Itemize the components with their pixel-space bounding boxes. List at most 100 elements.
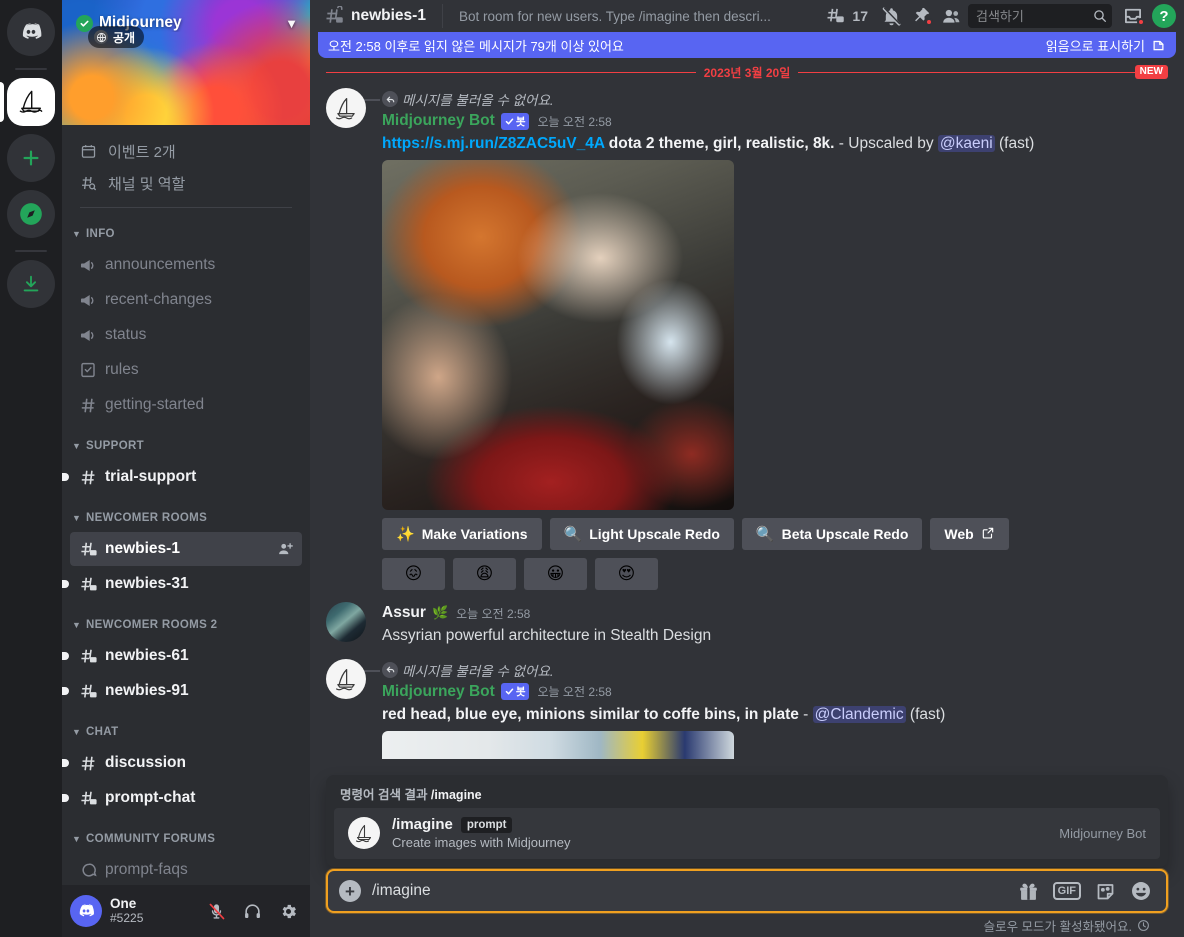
pinned-messages-button[interactable] (906, 2, 936, 30)
add-server-button[interactable] (7, 134, 55, 182)
mention[interactable]: @Clandemic (813, 706, 906, 723)
sidebar-item-getting-started[interactable]: getting-started (70, 388, 302, 422)
prompt-link[interactable]: https://s.mj.run/Z8ZAC5uV_4A (382, 135, 604, 152)
server-rail-item-midjourney[interactable] (0, 78, 62, 126)
calendar-icon (78, 143, 98, 160)
sidebar-item-announcements[interactable]: announcements (70, 248, 302, 282)
message-composer[interactable]: + GIF (326, 869, 1168, 913)
autocomplete-description: Create images with Midjourney (392, 835, 1047, 850)
midjourney-server-icon[interactable] (7, 78, 55, 126)
avatar[interactable] (326, 602, 366, 642)
member-list-button[interactable] (936, 2, 966, 30)
chevron-down-icon: ▼ (72, 834, 83, 844)
unread-messages-banner[interactable]: 오전 2:58 이후로 읽지 않은 메시지가 79개 이상 있어요 읽음으로 표… (318, 32, 1176, 58)
avatar[interactable] (326, 88, 366, 128)
discord-home-icon[interactable] (7, 8, 55, 56)
sidebar-item-newbies-61[interactable]: newbies-61 (70, 639, 302, 673)
server-rail-item-home[interactable] (0, 8, 62, 56)
channel-category-support[interactable]: ▼SUPPORT (70, 432, 302, 460)
sidebar-item-newbies-91[interactable]: newbies-91 (70, 674, 302, 708)
sidebar-events-action[interactable]: 이벤트 2개 (70, 135, 302, 167)
user-info[interactable]: One #5225 (110, 896, 194, 925)
channel-category-community-forums[interactable]: ▼COMMUNITY FORUMS (70, 825, 302, 853)
avatar[interactable] (326, 659, 366, 699)
sidebar-item-prompt-chat[interactable]: prompt-chat (70, 781, 302, 815)
category-label: CHAT (86, 726, 118, 738)
help-button[interactable]: ? (1152, 4, 1176, 28)
server-rail-item-add[interactable] (0, 134, 62, 182)
channel-category-newcomer-rooms-2[interactable]: ▼NEWCOMER ROOMS 2 (70, 611, 302, 639)
message-item[interactable]: 메시지를 불러올 수 없어요. Midjourney Bot 봇 오늘 (310, 86, 1184, 592)
avatar[interactable] (70, 895, 102, 927)
message-author[interactable]: Midjourney Bot (382, 112, 495, 130)
add-member-icon[interactable] (277, 541, 294, 558)
threads-button[interactable] (820, 2, 850, 30)
sidebar-item-recent-changes[interactable]: recent-changes (70, 283, 302, 317)
message-item[interactable]: 메시지를 불러올 수 없어요. Midjourney Bot 봇 오늘 (310, 657, 1184, 761)
bot-badge: 봇 (501, 683, 530, 700)
deafen-button[interactable] (238, 897, 266, 925)
reaction-button[interactable]: 😍 (595, 558, 658, 590)
reaction-button[interactable]: 😀 (524, 558, 587, 590)
channel-topic[interactable]: Bot room for new users. Type /imagine th… (459, 9, 820, 24)
download-apps-button[interactable] (7, 260, 55, 308)
reply-context[interactable]: 메시지를 불러올 수 없어요. (326, 659, 1168, 681)
channel-category-chat[interactable]: ▼CHAT (70, 718, 302, 746)
emoji-icon[interactable] (1130, 880, 1152, 902)
sidebar-item-newbies-31[interactable]: newbies-31 (70, 567, 302, 601)
sidebar-item-rules[interactable]: rules (70, 353, 302, 387)
channel-list[interactable]: ▼INFOannouncementsrecent-changesstatusru… (62, 212, 310, 885)
channel-category-newcomer-rooms[interactable]: ▼NEWCOMER ROOMS (70, 504, 302, 532)
sidebar-item-trial-support[interactable]: trial-support (70, 460, 302, 494)
speed-label: (fast) (906, 706, 946, 723)
active-server-pill (0, 82, 4, 122)
message-list[interactable]: 2023년 3월 20일 NEW 메시지를 불러올 수 없어요. (310, 32, 1184, 869)
command-autocomplete-popup[interactable]: 명령어 검색 결과 /imagine /imagine prompt Creat… (326, 775, 1168, 867)
search-box[interactable] (968, 4, 1112, 28)
message-attachment-image[interactable] (382, 731, 734, 759)
mention[interactable]: @kaeni (938, 135, 995, 152)
sticker-icon[interactable] (1095, 881, 1116, 902)
beta-upscale-redo-button[interactable]: 🔍 Beta Upscale Redo (742, 518, 923, 550)
server-rail-item-download[interactable] (0, 260, 62, 308)
reply-context[interactable]: 메시지를 불러올 수 없어요. (326, 88, 1168, 110)
chevron-down-icon: ▼ (72, 727, 83, 737)
user-settings-button[interactable] (274, 897, 302, 925)
message-item[interactable]: Assur 🌿 오늘 오전 2:58 Assyrian powerful arc… (310, 600, 1184, 648)
inbox-button[interactable] (1118, 2, 1148, 30)
chevron-down-icon[interactable]: ▼ (285, 16, 298, 31)
explore-servers-button[interactable] (7, 190, 55, 238)
gift-icon[interactable] (1018, 881, 1039, 902)
server-rail-item-explore[interactable] (0, 190, 62, 238)
sidebar-item-prompt-faqs[interactable]: prompt-faqs (70, 853, 302, 885)
search-input[interactable] (976, 9, 1092, 24)
autocomplete-source: Midjourney Bot (1059, 826, 1146, 841)
external-link-icon (981, 526, 995, 543)
message-input[interactable] (372, 882, 1018, 900)
channel-category-info[interactable]: ▼INFO (70, 220, 302, 248)
light-upscale-redo-button[interactable]: 🔍 Light Upscale Redo (550, 518, 734, 550)
sidebar-item-newbies-1[interactable]: newbies-1 (70, 532, 302, 566)
date-label: 2023년 3월 20일 (696, 64, 799, 81)
make-variations-button[interactable]: ✨ Make Variations (382, 518, 542, 550)
autocomplete-item-title-row: /imagine prompt (392, 816, 1047, 833)
autocomplete-command-name: /imagine (392, 816, 453, 833)
message-author[interactable]: Midjourney Bot (382, 683, 495, 701)
rail-divider-2 (15, 250, 47, 252)
autocomplete-item-imagine[interactable]: /imagine prompt Create images with Midjo… (334, 808, 1160, 859)
gif-icon[interactable]: GIF (1053, 882, 1081, 900)
mark-as-read-button[interactable]: 읽음으로 표시하기 (1046, 36, 1166, 55)
search-icon (1092, 8, 1108, 24)
sidebar-item-discussion[interactable]: discussion (70, 746, 302, 780)
notification-settings-button[interactable] (876, 2, 906, 30)
message-attachment-image[interactable] (382, 160, 734, 510)
reaction-button[interactable]: 😩 (453, 558, 516, 590)
message-author[interactable]: Assur (382, 604, 426, 622)
sidebar-item-status[interactable]: status (70, 318, 302, 352)
message-header: Assur 🌿 오늘 오전 2:58 (382, 602, 1168, 624)
upload-attachment-button[interactable]: + (328, 880, 372, 902)
mute-microphone-button[interactable] (202, 897, 230, 925)
sidebar-browse-channels-action[interactable]: 채널 및 역할 (70, 167, 302, 199)
reaction-button[interactable]: 😖 (382, 558, 445, 590)
web-button[interactable]: Web (930, 518, 1008, 550)
